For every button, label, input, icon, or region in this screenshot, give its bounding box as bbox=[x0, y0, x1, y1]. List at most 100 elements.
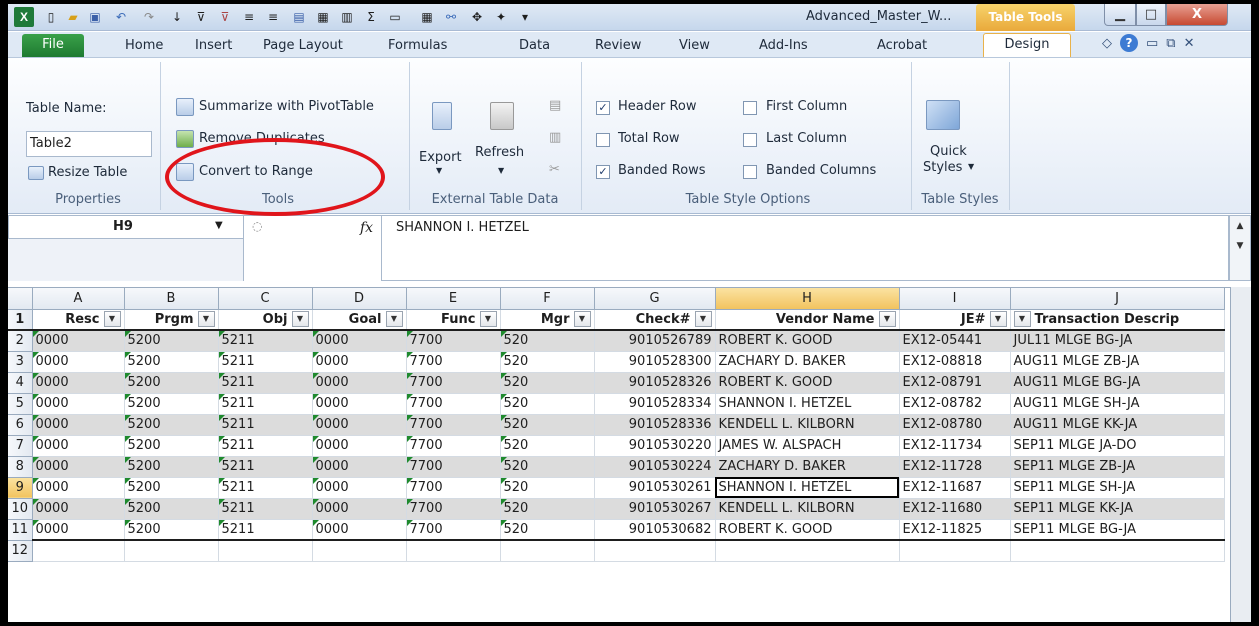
tab-home[interactable]: Home bbox=[125, 35, 163, 57]
pin-icon[interactable]: ✦ bbox=[492, 7, 510, 27]
table-cell[interactable] bbox=[406, 540, 501, 562]
excel-logo-icon[interactable]: X bbox=[14, 7, 34, 27]
table-cell[interactable]: 9010528300 bbox=[594, 351, 716, 373]
table-cell[interactable]: 0000 bbox=[312, 477, 407, 499]
borders-icon[interactable]: ▭ bbox=[386, 7, 404, 27]
table-cell[interactable]: 520 bbox=[500, 351, 595, 373]
summarize-pivottable-button[interactable]: Summarize with PivotTable bbox=[199, 99, 374, 114]
spelling-icon[interactable]: ▦ bbox=[314, 7, 332, 27]
table-cell[interactable]: 7700 bbox=[406, 456, 501, 478]
table-cell[interactable]: 9010530267 bbox=[594, 498, 716, 520]
delete-rows-icon[interactable]: ≡ bbox=[264, 7, 282, 27]
table-cell[interactable]: 520 bbox=[500, 435, 595, 457]
table-header-cell[interactable]: Func ▼ bbox=[406, 309, 501, 331]
table-header-cell[interactable]: Resc ▼ bbox=[32, 309, 125, 331]
name-box-dropdown-icon[interactable]: ▼ bbox=[215, 220, 223, 231]
formula-input[interactable]: SHANNON I. HETZEL bbox=[381, 215, 1229, 281]
table-cell[interactable]: SEP11 MLGE SH-JA bbox=[1010, 477, 1225, 499]
table-cell[interactable]: 520 bbox=[500, 456, 595, 478]
last-column-checkbox[interactable] bbox=[743, 133, 757, 147]
table-cell[interactable]: 5211 bbox=[218, 330, 313, 352]
filter-dropdown-icon[interactable]: ▼ bbox=[291, 311, 309, 328]
formula-bar-expand-icon[interactable]: ◌ bbox=[252, 219, 262, 233]
row-header[interactable]: 9 bbox=[8, 477, 33, 499]
row-header[interactable]: 5 bbox=[8, 393, 33, 415]
table-cell[interactable]: 0000 bbox=[32, 456, 125, 478]
quick-styles-button-line2[interactable]: Styles bbox=[923, 160, 962, 175]
filter-dropdown-icon[interactable]: ▼ bbox=[573, 311, 591, 328]
row-header[interactable]: 6 bbox=[8, 414, 33, 436]
quick-styles-button-line1[interactable]: Quick bbox=[930, 144, 967, 159]
table-cell[interactable]: 7700 bbox=[406, 477, 501, 499]
table-cell[interactable]: 5200 bbox=[124, 498, 219, 520]
open-folder-icon[interactable]: ▰ bbox=[64, 7, 82, 27]
table-cell[interactable]: 0000 bbox=[312, 519, 407, 541]
format-painter-icon[interactable]: ▥ bbox=[338, 7, 356, 27]
table-cell[interactable]: 9010530220 bbox=[594, 435, 716, 457]
table-cell[interactable]: 5211 bbox=[218, 498, 313, 520]
insert-rows-icon[interactable]: ≡ bbox=[240, 7, 258, 27]
table-cell[interactable]: 0000 bbox=[32, 435, 125, 457]
sort-icon[interactable]: ↓ bbox=[168, 7, 186, 27]
undo-icon[interactable]: ↶ bbox=[112, 7, 130, 27]
table-cell[interactable]: 5200 bbox=[124, 393, 219, 415]
table-cell[interactable]: KENDELL L. KILBORN bbox=[715, 498, 900, 520]
table-cell[interactable]: 9010526789 bbox=[594, 330, 716, 352]
minimize-ribbon-icon[interactable]: ◇ bbox=[1102, 36, 1112, 51]
tab-review[interactable]: Review bbox=[595, 35, 641, 57]
tab-data[interactable]: Data bbox=[519, 35, 550, 57]
table-cell[interactable]: 0000 bbox=[312, 351, 407, 373]
select-all-corner[interactable] bbox=[8, 288, 33, 310]
close-button[interactable]: X bbox=[1166, 4, 1228, 26]
export-button[interactable]: Export bbox=[419, 150, 462, 165]
table-cell[interactable]: 5211 bbox=[218, 414, 313, 436]
workbook-restore-icon[interactable]: ⧉ bbox=[1166, 36, 1175, 51]
banded-columns-checkbox[interactable] bbox=[743, 165, 757, 179]
row-header[interactable]: 7 bbox=[8, 435, 33, 457]
column-header[interactable]: F bbox=[500, 288, 595, 310]
filter-dropdown-icon[interactable]: ▼ bbox=[878, 311, 896, 328]
tab-design[interactable]: Design bbox=[983, 33, 1071, 57]
export-dropdown-icon[interactable]: ▼ bbox=[436, 166, 442, 175]
table-cell[interactable]: EX12-08780 bbox=[899, 414, 1011, 436]
table-cell[interactable]: 5200 bbox=[124, 330, 219, 352]
row-header[interactable]: 3 bbox=[8, 351, 33, 373]
filter-icon[interactable]: ⊽ bbox=[192, 7, 210, 27]
print-preview-icon[interactable]: ▤ bbox=[290, 7, 308, 27]
filter-dropdown-icon[interactable]: ▼ bbox=[479, 311, 497, 328]
formula-bar-scroll[interactable]: ▲ ▼ bbox=[1229, 215, 1251, 281]
save-icon[interactable]: ▣ bbox=[86, 7, 104, 27]
table-header-cell[interactable]: JE# ▼ bbox=[899, 309, 1011, 331]
table-cell[interactable]: 9010530261 bbox=[594, 477, 716, 499]
refresh-dropdown-icon[interactable]: ▼ bbox=[498, 166, 504, 175]
banded-rows-checkbox[interactable]: ✓ bbox=[596, 165, 610, 179]
table-cell[interactable]: 520 bbox=[500, 519, 595, 541]
column-header[interactable]: C bbox=[218, 288, 313, 310]
row-header[interactable]: 12 bbox=[8, 540, 33, 562]
table-cell[interactable]: 0000 bbox=[312, 435, 407, 457]
workbook-close-icon[interactable]: ✕ bbox=[1184, 36, 1195, 51]
table-cell[interactable]: 0000 bbox=[32, 330, 125, 352]
table-cell[interactable]: SEP11 MLGE KK-JA bbox=[1010, 498, 1225, 520]
table-header-cell[interactable]: Prgm ▼ bbox=[124, 309, 219, 331]
row-header[interactable]: 1 bbox=[8, 309, 33, 331]
table-cell[interactable]: 520 bbox=[500, 372, 595, 394]
help-icon[interactable]: ? bbox=[1120, 34, 1138, 52]
filter-dropdown-icon[interactable]: ▼ bbox=[694, 311, 712, 328]
table-header-cell[interactable]: Goal ▼ bbox=[312, 309, 407, 331]
table-cell[interactable]: 5211 bbox=[218, 372, 313, 394]
column-header[interactable]: J bbox=[1010, 288, 1225, 310]
clear-filter-icon[interactable]: ⊽ bbox=[216, 7, 234, 27]
tab-page-layout[interactable]: Page Layout bbox=[263, 35, 343, 57]
table-cell[interactable] bbox=[32, 540, 125, 562]
table-cell[interactable]: 7700 bbox=[406, 351, 501, 373]
table-cell[interactable]: 5211 bbox=[218, 456, 313, 478]
table-cell[interactable]: 7700 bbox=[406, 519, 501, 541]
table-cell[interactable]: 9010528334 bbox=[594, 393, 716, 415]
table-cell[interactable]: JAMES W. ALSPACH bbox=[715, 435, 900, 457]
table-cell[interactable]: EX12-11825 bbox=[899, 519, 1011, 541]
table-cell[interactable]: 5200 bbox=[124, 414, 219, 436]
table-cell[interactable]: JUL11 MLGE BG-JA bbox=[1010, 330, 1225, 352]
table-icon[interactable]: ▦ bbox=[418, 7, 436, 27]
table-cell[interactable]: ROBERT K. GOOD bbox=[715, 330, 900, 352]
